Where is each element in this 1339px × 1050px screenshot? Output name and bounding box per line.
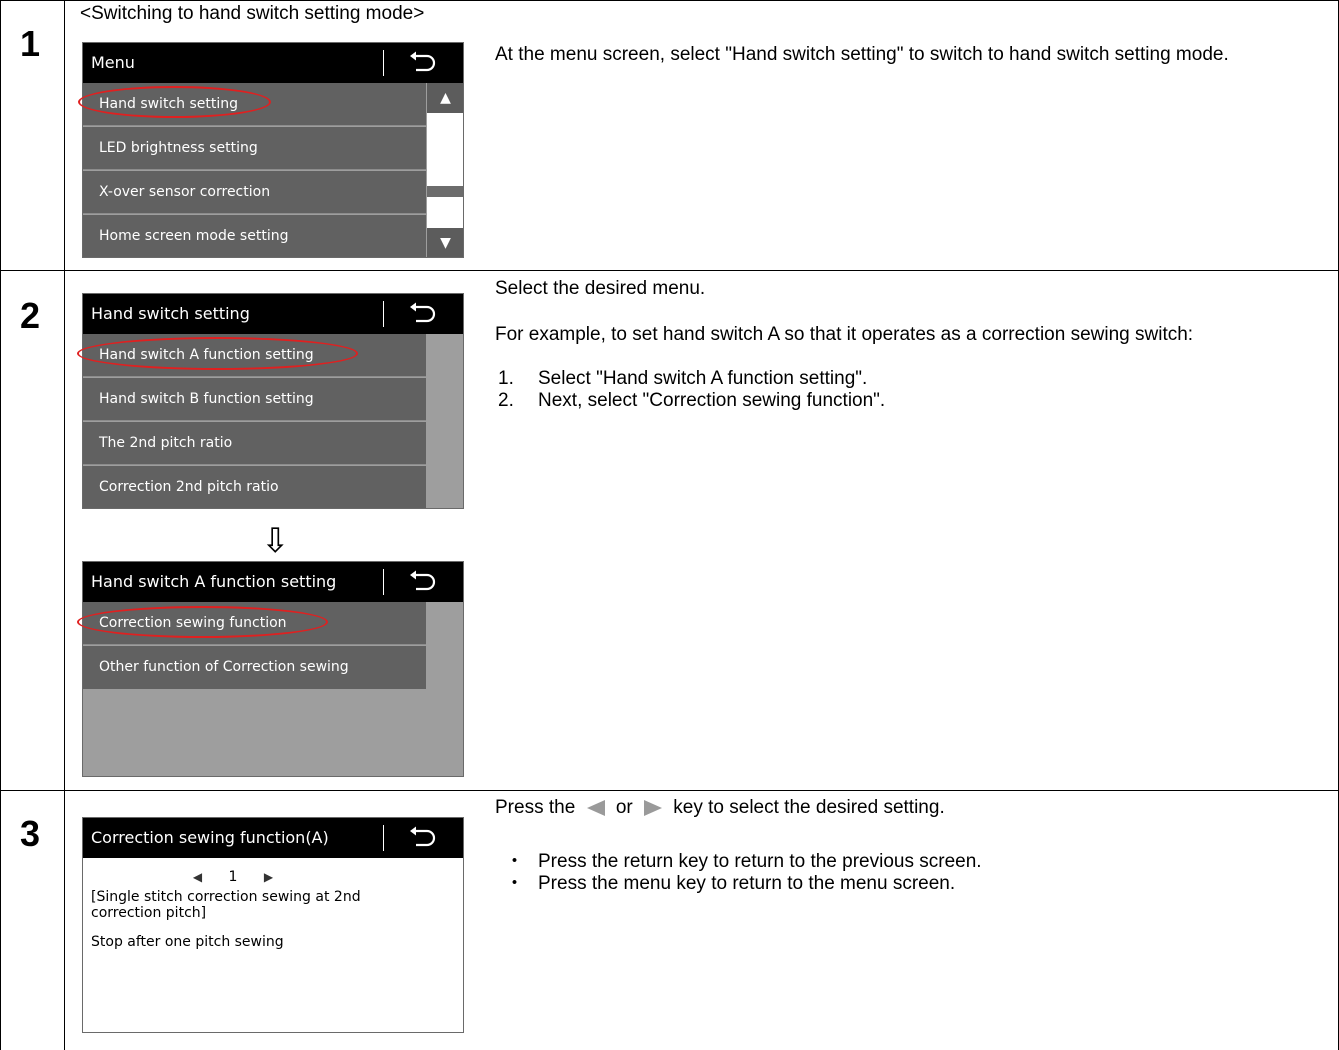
step-example: For example, to set hand switch A so tha… (495, 324, 1194, 345)
screen-header: Menu (83, 43, 463, 83)
instruction-text: or (615, 797, 633, 818)
menu-screen: Menu Hand switch setting LED brightness … (82, 42, 464, 258)
instruction-text: Press the (495, 797, 576, 818)
header-separator (383, 569, 384, 595)
setting-value: 1 (228, 869, 238, 885)
bullet-text: Press the return key to return to the pr… (538, 851, 982, 872)
table-border-left (0, 0, 1, 1050)
screen-header: Hand switch setting (83, 294, 463, 334)
highlight-circle (77, 337, 358, 370)
number-column-divider (64, 0, 65, 1050)
header-separator (383, 825, 384, 851)
header-separator (383, 301, 384, 327)
scroll-down-button[interactable]: ▼ (427, 228, 463, 257)
down-arrow-icon: ⇩ (261, 521, 290, 561)
highlight-circle (78, 86, 271, 118)
menu-item[interactable]: The 2nd pitch ratio (83, 422, 426, 465)
step-number: 3 (20, 813, 41, 854)
screen-title: Hand switch setting (91, 304, 250, 323)
return-icon[interactable] (405, 569, 439, 595)
decrement-arrow[interactable]: ◀ (193, 870, 202, 884)
menu-item[interactable]: Home screen mode setting (83, 215, 426, 257)
step-instruction: Press the or key to select the desired s… (495, 797, 945, 819)
setting-name: [Single stitch correction sewing at 2nd … (91, 889, 361, 921)
header-separator (383, 50, 384, 76)
step-heading: <Switching to hand switch setting mode> (80, 3, 425, 24)
hand-switch-setting-screen: Hand switch setting Hand switch A functi… (82, 293, 464, 509)
screen-header: Hand switch A function setting (83, 562, 463, 602)
hand-switch-a-function-screen: Hand switch A function setting Correctio… (82, 561, 464, 777)
list-item-text: Next, select "Correction sewing function… (538, 390, 886, 411)
step-number: 2 (20, 295, 41, 336)
left-key-icon (586, 799, 605, 816)
menu-item[interactable]: Other function of Correction sewing (83, 646, 426, 689)
highlight-circle (77, 606, 328, 638)
instruction-text: key to select the desired setting. (673, 797, 945, 818)
row-divider-2 (0, 790, 1339, 791)
value-selector: ◀ 1 ▶ (83, 867, 383, 887)
return-icon[interactable] (405, 301, 439, 327)
right-key-icon (644, 799, 663, 816)
menu-item[interactable]: LED brightness setting (83, 127, 426, 170)
screen-title: Correction sewing function(A) (91, 828, 329, 847)
screen-title: Hand switch A function setting (91, 572, 337, 591)
increment-arrow[interactable]: ▶ (264, 870, 273, 884)
bullet-mark: ・ (505, 873, 525, 894)
list-item-text: Select "Hand switch A function setting". (538, 368, 868, 389)
list-item-number: 1. (498, 368, 514, 389)
correction-sewing-function-screen: Correction sewing function(A) ◀ 1 ▶ [Sin… (82, 817, 464, 1033)
scroll-up-button[interactable]: ▲ (427, 83, 463, 113)
setting-note: Stop after one pitch sewing (91, 934, 284, 950)
bullet-text: Press the menu key to return to the menu… (538, 873, 956, 894)
step-number: 1 (20, 23, 41, 64)
step-intro: Select the desired menu. (495, 278, 706, 299)
row-divider-1 (0, 270, 1339, 271)
table-border-top (0, 0, 1339, 1)
return-icon[interactable] (405, 825, 439, 851)
list-item-number: 2. (498, 390, 514, 411)
screen-header: Correction sewing function(A) (83, 818, 463, 858)
menu-item[interactable]: Hand switch B function setting (83, 378, 426, 421)
menu-item[interactable]: X-over sensor correction (83, 171, 426, 214)
screen-title: Menu (91, 53, 135, 72)
return-icon[interactable] (405, 50, 439, 76)
bullet-mark: ・ (505, 851, 525, 872)
step-description: At the menu screen, select "Hand switch … (495, 44, 1229, 65)
scroll-thumb[interactable] (427, 186, 463, 197)
scrollbar[interactable]: ▲ ▼ (427, 83, 463, 257)
menu-item[interactable]: Correction 2nd pitch ratio (83, 466, 426, 508)
